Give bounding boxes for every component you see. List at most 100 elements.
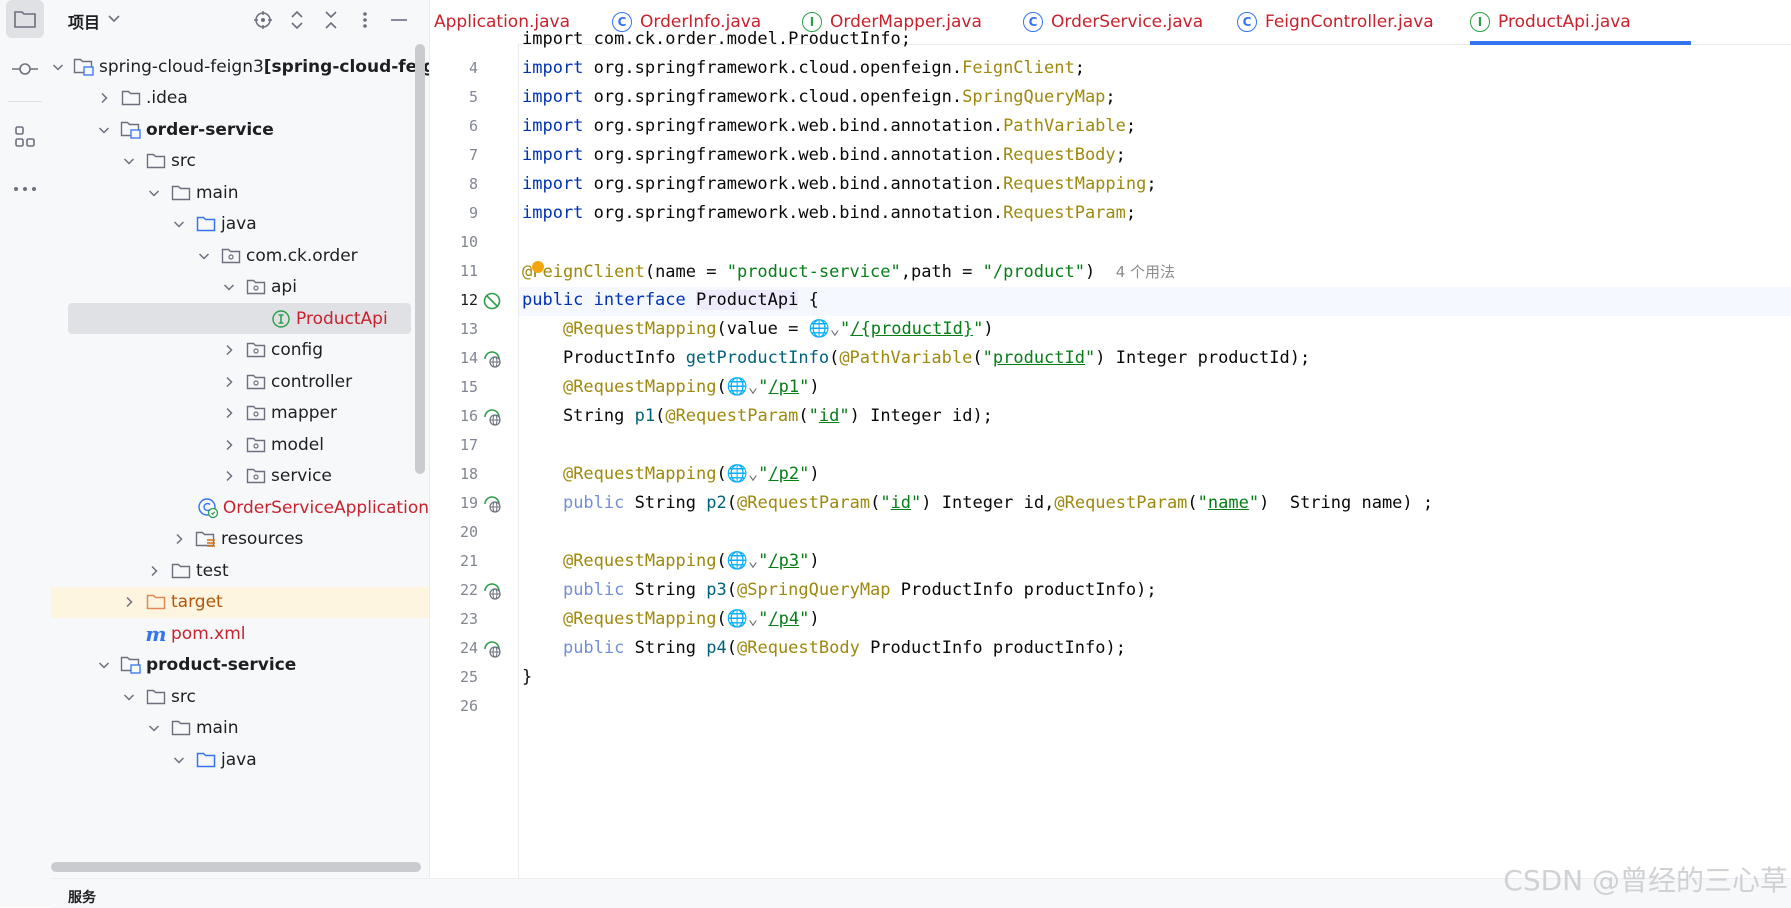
panel-vertical-scrollbar[interactable] (415, 44, 425, 474)
code-line[interactable]: public String p2(@RequestParam("id") Int… (430, 490, 1791, 519)
no-implement-icon[interactable] (482, 291, 502, 311)
code-line[interactable]: import org.springframework.cloud.openfei… (430, 84, 1791, 113)
more-tools-button[interactable] (6, 170, 44, 208)
line-number: 12 (459, 291, 478, 309)
tree-item-src[interactable]: src (51, 146, 429, 177)
minimize-icon[interactable] (387, 8, 411, 32)
tree-item-api[interactable]: api (51, 272, 429, 303)
tree-item-order-service[interactable]: order-service (51, 114, 429, 145)
chevron-down-icon[interactable] (146, 720, 162, 736)
chevron-down-icon[interactable] (121, 689, 137, 705)
chevron-down-icon[interactable] (171, 216, 187, 232)
chevron-down-icon[interactable] (96, 657, 112, 673)
code-line[interactable] (430, 229, 1791, 258)
services-label[interactable]: 服务 (68, 887, 96, 907)
tree-item-test[interactable]: test (51, 555, 429, 586)
chevron-down-icon[interactable] (146, 185, 162, 201)
chevron-right-icon[interactable] (146, 563, 162, 579)
chevron-right-icon[interactable] (221, 405, 237, 421)
intention-bulb-icon[interactable] (532, 261, 544, 273)
chevron-down-icon[interactable] (171, 752, 187, 768)
tree-item-main[interactable]: main (51, 177, 429, 208)
tree-item--idea[interactable]: .idea (51, 83, 429, 114)
module-folder-icon (73, 56, 95, 78)
code-token: ( (655, 406, 666, 426)
code-line[interactable]: @RequestMapping(🌐⌄"/p3") (430, 548, 1791, 577)
code-line[interactable]: public interface ProductApi { (430, 287, 1791, 316)
code-line[interactable]: public String p3(@SpringQueryMap Product… (430, 577, 1791, 606)
package-icon (245, 434, 267, 456)
structure-tool-button[interactable] (6, 118, 44, 156)
tree-item-productapi[interactable]: ProductApi (68, 303, 411, 334)
tree-item-label: order-service (146, 119, 274, 140)
feign-web-icon[interactable] (482, 639, 502, 659)
code-line[interactable]: import org.springframework.cloud.openfei… (430, 55, 1791, 84)
code-line[interactable]: import org.springframework.web.bind.anno… (430, 113, 1791, 142)
code-token: @RequestMapping (562, 377, 717, 397)
tree-item-model[interactable]: model (51, 429, 429, 460)
chevron-down-icon[interactable] (51, 59, 65, 75)
tree-item-com-ck-order[interactable]: com.ck.order (51, 240, 429, 271)
tree-item-java[interactable]: java (51, 744, 429, 775)
code-line[interactable]: } (430, 664, 1791, 693)
panel-horizontal-scrollbar[interactable] (51, 862, 421, 872)
code-area[interactable]: import com.ck.order.model.ProductInfo; im… (430, 29, 1791, 878)
tree-item-spring-cloud-feign3[interactable]: spring-cloud-feign3 [spring-cloud-feign3… (51, 51, 429, 82)
feign-web-icon[interactable] (482, 494, 502, 514)
chevron-right-icon[interactable] (221, 437, 237, 453)
code-token: " (799, 609, 810, 629)
chevron-right-icon[interactable] (221, 468, 237, 484)
feign-web-icon[interactable] (482, 349, 502, 369)
code-line[interactable]: ProductInfo getProductInfo(@PathVariable… (430, 345, 1791, 374)
tree-item-src[interactable]: src (51, 681, 429, 712)
tree-item-service[interactable]: service (51, 461, 429, 492)
code-line[interactable]: public String p4(@RequestBody ProductInf… (430, 635, 1791, 664)
code-token: id (890, 493, 912, 513)
commit-tool-button[interactable] (6, 50, 44, 88)
chevron-down-icon[interactable] (221, 279, 237, 295)
chevron-right-icon[interactable] (121, 594, 137, 610)
code-token: @RequestParam (737, 493, 871, 513)
tree-item-product-service[interactable]: product-service (51, 650, 429, 681)
code-token: org.springframework.web.bind.annotation. (593, 116, 1004, 136)
chevron-down-icon[interactable] (196, 248, 212, 264)
chevron-right-icon[interactable] (171, 531, 187, 547)
chevron-right-icon[interactable] (221, 374, 237, 390)
collapse-all-icon[interactable] (319, 8, 343, 32)
panel-title[interactable]: 项目 (68, 9, 100, 33)
code-line[interactable] (430, 693, 1791, 722)
feign-web-icon[interactable] (482, 581, 502, 601)
expand-all-icon[interactable] (285, 8, 309, 32)
chevron-right-icon[interactable] (221, 342, 237, 358)
tree-item-mapper[interactable]: mapper (51, 398, 429, 429)
tree-item-pom-xml[interactable]: m pom.xml (51, 618, 429, 649)
code-line[interactable]: @RequestMapping(🌐⌄"/p1") (430, 374, 1791, 403)
code-line[interactable] (430, 432, 1791, 461)
code-line[interactable]: import org.springframework.web.bind.anno… (430, 200, 1791, 229)
code-line[interactable]: @RequestMapping(🌐⌄"/p4") (430, 606, 1791, 635)
code-line[interactable]: import org.springframework.web.bind.anno… (430, 142, 1791, 171)
chevron-down-icon[interactable] (96, 122, 112, 138)
tree-item-main[interactable]: main (51, 713, 429, 744)
tree-item-target[interactable]: target (51, 586, 429, 618)
code-line[interactable]: @FeignClient(name = "product-service",pa… (430, 258, 1791, 287)
chevron-right-icon[interactable] (96, 90, 112, 106)
code-token: ProductInfo productInfo); (890, 580, 1157, 600)
tree-item-resources[interactable]: resources (51, 524, 429, 555)
code-line[interactable]: String p1(@RequestParam("id") Integer id… (430, 403, 1791, 432)
chevron-down-icon[interactable] (107, 10, 121, 29)
code-line[interactable]: @RequestMapping(value = 🌐⌄"/{productId}"… (430, 316, 1791, 345)
tree-item-config[interactable]: config (51, 335, 429, 366)
code-token: String (624, 638, 707, 658)
chevron-down-icon[interactable] (121, 153, 137, 169)
options-icon[interactable] (353, 8, 377, 32)
feign-web-icon[interactable] (482, 407, 502, 427)
tree-item-java[interactable]: java (51, 209, 429, 240)
tree-item-controller[interactable]: controller (51, 366, 429, 397)
project-tool-button[interactable] (6, 0, 44, 38)
code-line[interactable]: @RequestMapping(🌐⌄"/p2") (430, 461, 1791, 490)
code-line[interactable]: import org.springframework.web.bind.anno… (430, 171, 1791, 200)
tree-item-orderserviceapplication[interactable]: OrderServiceApplication (51, 492, 429, 523)
code-line[interactable] (430, 519, 1791, 548)
locate-icon[interactable] (251, 8, 275, 32)
